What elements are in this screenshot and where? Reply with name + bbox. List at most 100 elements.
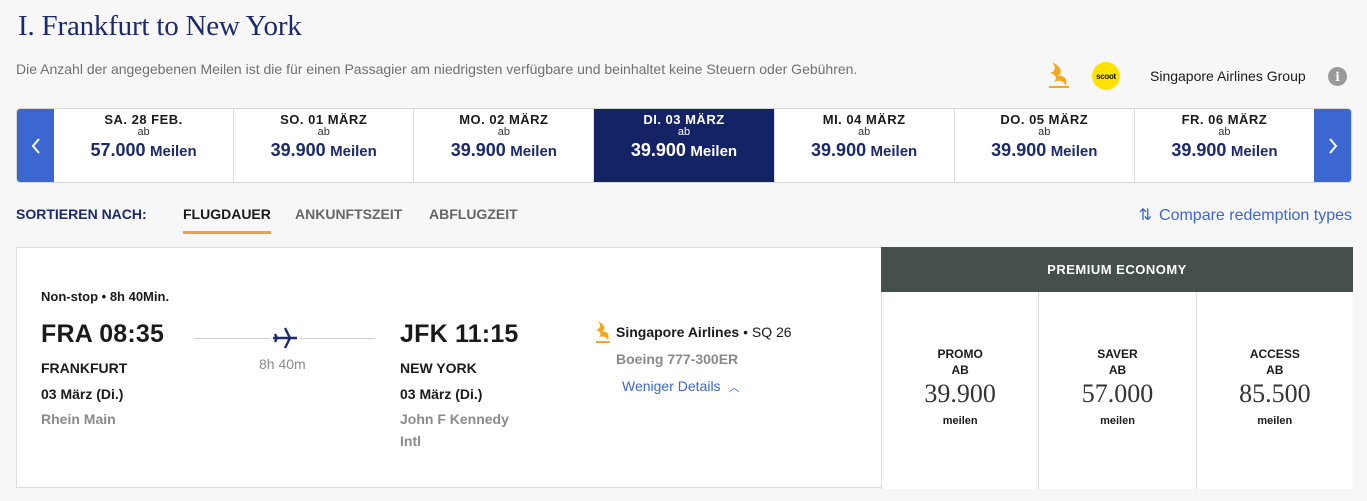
compare-label: Compare redemption types <box>1159 207 1352 224</box>
departure-code-time: FRA 08:35 <box>41 320 165 348</box>
sort-arrows-icon: ⇅ <box>1138 207 1153 224</box>
date-label: SA. 28 FEB. <box>104 112 183 127</box>
date-price-value: 39.900 <box>450 140 506 160</box>
fare-price: 57.000 <box>1081 379 1154 408</box>
fare-option-promo[interactable]: PROMO AB 39.900 meilen <box>882 292 1040 489</box>
scoot-logo: scoot <box>1092 62 1120 90</box>
date-price-unit: Meilen <box>510 143 557 160</box>
chevron-right-icon <box>1328 137 1337 154</box>
next-dates-button[interactable] <box>1314 109 1351 182</box>
sort-bar: SORTIEREN NACH: FLUGDAUER ANKUNFTSZEIT A… <box>16 205 1356 235</box>
fare-option-saver[interactable]: SAVER AB 57.000 meilen <box>1039 292 1197 489</box>
date-option[interactable]: DI. 03 MÄRZ ab 39.900 Meilen <box>594 109 775 182</box>
arrival-city: NEW YORK <box>400 360 477 376</box>
less-details-link[interactable]: Weniger Details ︿ <box>622 378 740 395</box>
airline-flight-number: Singapore Airlines • SQ 26 <box>616 324 792 340</box>
date-label: FR. 06 MÄRZ <box>1181 112 1268 127</box>
flight-card: Non-stop • 8h 40Min. FRA 08:35 FRANKFURT… <box>16 247 1353 489</box>
date-from-label: ab <box>1218 126 1231 138</box>
arrival-code-time: JFK 11:15 <box>400 320 519 348</box>
info-icon[interactable]: i <box>1328 67 1347 86</box>
fare-name: ACCESS <box>1249 347 1300 361</box>
fare-price: 85.500 <box>1239 379 1311 408</box>
date-price-unit: Meilen <box>1050 143 1098 160</box>
singapore-airlines-logo <box>596 321 610 343</box>
compare-redemption-link[interactable]: ⇅ Compare redemption types <box>1139 205 1352 225</box>
date-label: DI. 03 MÄRZ <box>643 112 725 127</box>
date-price-unit: Meilen <box>870 143 918 160</box>
departure-date: 03 März (Di.) <box>41 386 124 402</box>
date-price: 39.900 Meilen <box>594 140 773 161</box>
date-from-label: ab <box>137 126 150 138</box>
date-label: MI. 04 MÄRZ <box>822 112 906 127</box>
airline-group: scoot Singapore Airlines Group i <box>1040 60 1360 92</box>
date-price: 39.900 Meilen <box>414 140 593 161</box>
date-label: MO. 02 MÄRZ <box>459 112 549 127</box>
date-price-value: 39.900 <box>1171 140 1227 160</box>
fare-unit: meilen <box>1100 415 1135 427</box>
fare-panel: PREMIUM ECONOMY PROMO AB 39.900 meilen S… <box>881 247 1353 489</box>
aircraft-type: Boeing 777-300ER <box>616 351 739 367</box>
date-from-label: ab <box>497 126 510 138</box>
date-price-unit: Meilen <box>690 143 738 160</box>
date-price-unit: Meilen <box>1230 143 1278 160</box>
date-from-label: ab <box>858 126 871 138</box>
date-label: SO. 01 MÄRZ <box>280 112 368 127</box>
sort-label: SORTIEREN NACH: <box>16 206 147 222</box>
fare-price: 39.900 <box>924 379 996 408</box>
date-price: 39.900 Meilen <box>1135 140 1314 161</box>
flight-number: • SQ 26 <box>739 324 792 340</box>
date-selector: SA. 28 FEB. ab 57.000 Meilen SO. 01 MÄRZ ab 3… <box>16 108 1352 183</box>
date-price-unit: Meilen <box>330 143 377 160</box>
date-option[interactable]: SO. 01 MÄRZ ab 39.900 Meilen <box>234 109 415 182</box>
date-option[interactable]: DO. 05 MÄRZ ab 39.900 Meilen <box>955 109 1135 182</box>
less-details-label: Weniger Details <box>622 378 721 394</box>
date-from-label: ab <box>677 126 691 138</box>
date-price-value: 39.900 <box>270 140 326 160</box>
date-price-value: 57.000 <box>90 140 146 160</box>
sort-option-arrival[interactable]: ANKUNFTSZEIT <box>295 206 402 222</box>
date-from-label: ab <box>317 126 330 138</box>
date-price-value: 39.900 <box>991 140 1047 160</box>
fare-ab: AB <box>1108 363 1127 377</box>
fare-option-access[interactable]: ACCESS AB 85.500 meilen <box>1197 292 1353 489</box>
date-price-value: 39.900 <box>811 140 867 160</box>
chevron-up-icon: ︿ <box>728 382 740 394</box>
date-price: 39.900 Meilen <box>955 140 1134 161</box>
cabin-class-header: PREMIUM ECONOMY <box>881 247 1353 292</box>
page-title: I. Frankfurt to New York <box>18 10 302 42</box>
airline-group-name: Singapore Airlines Group <box>1150 68 1306 84</box>
date-price: 57.000 Meilen <box>54 140 233 161</box>
arrival-date: 03 März (Di.) <box>400 386 483 402</box>
singapore-airlines-logo <box>1049 62 1069 88</box>
date-option[interactable]: FR. 06 MÄRZ ab 39.900 Meilen <box>1135 109 1314 182</box>
chevron-left-icon <box>31 137 40 154</box>
sort-option-duration[interactable]: FLUGDAUER <box>183 206 271 234</box>
sort-option-departure[interactable]: ABFLUGZEIT <box>429 206 518 222</box>
fare-unit: meilen <box>1257 415 1293 427</box>
flight-duration: 8h 40m <box>259 356 306 372</box>
miles-disclaimer: Die Anzahl der angegebenen Meilen ist di… <box>16 61 858 77</box>
departure-airport: Rhein Main <box>41 411 116 427</box>
fare-unit: meilen <box>942 415 978 427</box>
arrival-airport: John F Kennedy Intl <box>400 408 530 452</box>
date-from-label: ab <box>1038 126 1051 138</box>
date-price-value: 39.900 <box>630 140 686 160</box>
flight-summary: Non-stop • 8h 40Min. <box>41 289 170 304</box>
fare-ab: AB <box>951 363 969 377</box>
arrival-airport-line1: John F Kennedy <box>400 411 509 427</box>
date-price: 39.900 Meilen <box>775 140 954 161</box>
plane-icon <box>270 324 300 352</box>
departure-city: FRANKFURT <box>41 360 128 376</box>
fare-name: PROMO <box>937 347 983 361</box>
arrival-airport-line2: Intl <box>400 433 421 449</box>
fare-name: SAVER <box>1097 347 1138 361</box>
fare-options: PROMO AB 39.900 meilen SAVER AB 57.000 m… <box>881 292 1353 489</box>
prev-dates-button[interactable] <box>17 109 54 182</box>
date-price-unit: Meilen <box>149 143 197 160</box>
date-option[interactable]: MI. 04 MÄRZ ab 39.900 Meilen <box>775 109 955 182</box>
fare-ab: AB <box>1266 363 1284 377</box>
date-option[interactable]: MO. 02 MÄRZ ab 39.900 Meilen <box>414 109 595 182</box>
date-option[interactable]: SA. 28 FEB. ab 57.000 Meilen <box>54 109 235 182</box>
date-label: DO. 05 MÄRZ <box>1000 112 1089 127</box>
